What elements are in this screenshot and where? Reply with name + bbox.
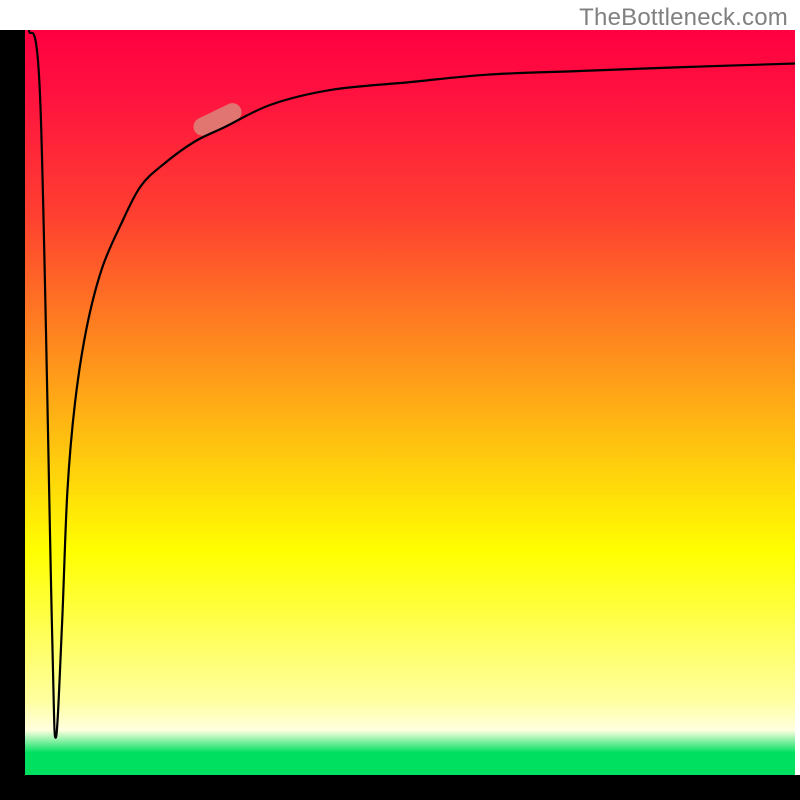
y-axis: [0, 30, 25, 775]
bottleneck-curve: [29, 30, 795, 738]
plot-area: [25, 30, 795, 775]
highlight-segment: [190, 100, 244, 139]
watermark-text: TheBottleneck.com: [579, 4, 788, 32]
curve-layer: [25, 30, 795, 775]
x-axis: [0, 775, 800, 800]
chart-container: TheBottleneck.com: [0, 0, 800, 800]
